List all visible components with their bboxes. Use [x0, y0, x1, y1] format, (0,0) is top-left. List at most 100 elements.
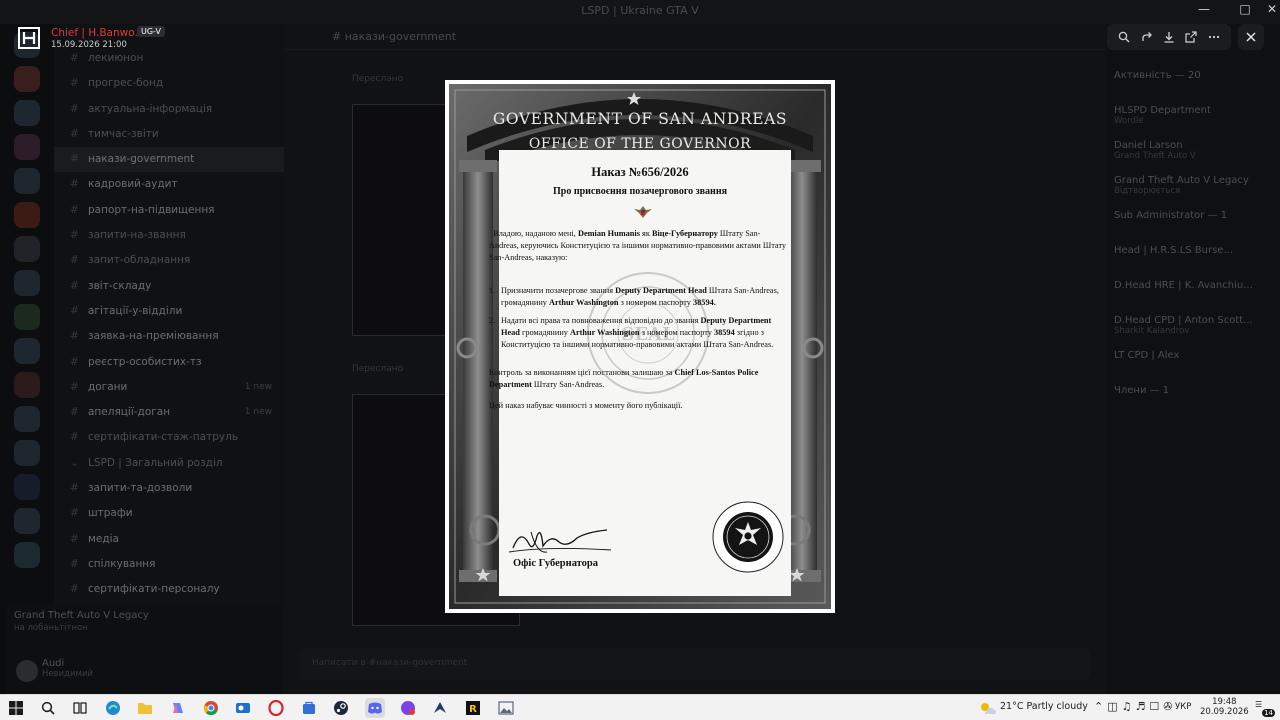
hash-icon: # — [70, 482, 79, 495]
weather-text[interactable]: 21°C Partly cloudy — [1000, 701, 1088, 712]
member-item[interactable]: D.Head HRE | K. Avanchiu... — [1106, 274, 1280, 309]
user-name[interactable]: Audi Невидимий — [42, 658, 93, 679]
member-item[interactable]: Sub Administrator — 1 — [1106, 204, 1280, 239]
member-item[interactable]: LT CPD | Alex — [1106, 344, 1280, 379]
outlook-icon[interactable] — [233, 698, 253, 718]
server-icon[interactable] — [14, 270, 40, 296]
server-icon[interactable] — [14, 66, 40, 92]
server-icon[interactable] — [14, 440, 40, 466]
hash-icon: # — [70, 406, 79, 419]
avatar[interactable] — [16, 660, 38, 682]
system-tray-icons[interactable]: ⌃◫♫♬☐✇ — [1094, 700, 1176, 713]
more-options-icon[interactable] — [1207, 30, 1221, 44]
file-explorer-icon[interactable] — [135, 698, 155, 718]
order-intro: Владою, наданою мені, Demian Humanis як … — [489, 229, 787, 262]
hash-icon: # — [70, 178, 79, 191]
channel-category[interactable]: ⌄ LSPD | Загальний розділ — [54, 451, 284, 476]
image-viewer-header: Chief | H.Banwo... UG-V 15.09.2026 21:00 — [0, 24, 1280, 54]
server-icon[interactable] — [14, 372, 40, 398]
minimize-icon[interactable]: — — [1190, 2, 1218, 16]
server-icon[interactable] — [14, 474, 40, 500]
document-header-office: OFFICE OF THE GOVERNOR — [528, 136, 752, 152]
channel-item[interactable]: # запити-на-звання — [54, 223, 284, 248]
search-icon[interactable] — [38, 698, 58, 718]
channel-item[interactable]: # апеляції-доган 1 new — [54, 400, 284, 425]
channel-item[interactable]: # запит-обладнання — [54, 248, 284, 273]
document-image[interactable]: GOVERNMENT OF SAN ANDREAS OFFICE OF THE … — [445, 80, 835, 613]
author-name[interactable]: Chief | H.Banwo... — [51, 27, 144, 39]
channel-item[interactable]: # догани 1 new — [54, 375, 284, 400]
forward-icon[interactable] — [1140, 30, 1154, 44]
channel-item[interactable]: # рапорт-на-підвищення — [54, 198, 284, 223]
server-icon[interactable] — [14, 338, 40, 364]
window-close-icon[interactable]: ✕ — [1258, 2, 1280, 16]
channel-item[interactable]: # актуальна-інформація — [54, 97, 284, 122]
hash-icon: # — [70, 583, 79, 596]
warframe-icon[interactable] — [430, 698, 450, 718]
channel-item[interactable]: # штрафи — [54, 501, 284, 526]
chrome-icon[interactable] — [201, 698, 221, 718]
task-view-icon[interactable] — [70, 698, 90, 718]
channel-item[interactable]: # спілкування — [54, 552, 284, 577]
server-icon[interactable] — [14, 542, 40, 568]
member-item[interactable]: Grand Theft Auto V Legacy Відтворюється — [1106, 169, 1280, 204]
open-in-browser-icon[interactable] — [1184, 30, 1198, 44]
channel-item[interactable]: # кадровий-аудит — [54, 172, 284, 197]
server-icon[interactable] — [14, 508, 40, 534]
member-item[interactable]: Члени — 1 — [1106, 379, 1280, 414]
channel-item[interactable]: # сертифікати-персоналу — [54, 577, 284, 602]
server-icon[interactable] — [14, 406, 40, 432]
download-icon[interactable] — [1162, 30, 1176, 44]
edge-browser-icon[interactable] — [103, 698, 123, 718]
maximize-icon[interactable]: □ — [1231, 2, 1259, 16]
channel-item[interactable]: # реєстр-особистих-тз — [54, 350, 284, 375]
channel-item[interactable]: # заявка-на-преміювання — [54, 324, 284, 349]
language-indicator[interactable]: УКР — [1175, 702, 1191, 712]
clock[interactable]: 19:48 20.09.2026 — [1200, 697, 1249, 717]
steam-icon[interactable] — [331, 698, 351, 718]
channel-item[interactable]: # тимчас-звіти — [54, 122, 284, 147]
server-icon[interactable] — [14, 304, 40, 330]
hash-icon: # — [70, 557, 79, 570]
windows-start-icon[interactable] — [6, 698, 26, 718]
channel-item[interactable]: # сертифікати-стаж-патруль — [54, 425, 284, 450]
zoom-icon[interactable] — [1117, 30, 1131, 44]
notification-center-icon[interactable]: ☰ 14 — [1255, 700, 1275, 717]
channel-item[interactable]: # медіа — [54, 527, 284, 552]
server-icon[interactable] — [14, 236, 40, 262]
weather-icon[interactable] — [978, 698, 998, 718]
member-item[interactable]: D.Head CPD | Anton Scott... Sharkit Kalan… — [1106, 309, 1280, 344]
author-avatar-icon[interactable] — [18, 27, 40, 49]
member-item[interactable]: Head | H.R.S.LS Burse... — [1106, 239, 1280, 274]
member-item[interactable]: Daniel Larson Grand Theft Auto V — [1106, 134, 1280, 169]
game-activity[interactable]: Grand Theft Auto V Legacy на лобаньтітно… — [14, 610, 149, 633]
store-icon[interactable] — [299, 698, 319, 718]
server-icon[interactable] — [14, 100, 40, 126]
close-viewer-button[interactable] — [1238, 24, 1264, 50]
discord-icon[interactable] — [365, 698, 385, 718]
order-item-1: 1. Призначити позачергове звання Deputy D… — [489, 286, 779, 307]
message-timestamp: 15.09.2026 21:00 — [51, 40, 127, 50]
server-icon[interactable] — [14, 202, 40, 228]
hash-icon: # — [70, 102, 79, 115]
channel-item[interactable]: # агітації-у-відділи — [54, 299, 284, 324]
hash-icon: # — [70, 507, 79, 520]
channel-item[interactable]: # звіт-складу — [54, 274, 284, 299]
member-list: Активність — 20 HLSPD Department Wordle D… — [1106, 24, 1280, 694]
rockstar-launcher-icon[interactable]: R — [463, 698, 483, 718]
member-item[interactable]: HLSPD Department Wordle — [1106, 99, 1280, 134]
server-rail — [0, 24, 54, 694]
messenger-icon[interactable] — [398, 698, 418, 718]
channel-item[interactable]: # запити-та-дозволи — [54, 476, 284, 501]
copilot-icon[interactable] — [168, 698, 188, 718]
channel-item[interactable]: # прогрес-бонд — [54, 71, 284, 96]
opera-icon[interactable] — [266, 698, 286, 718]
photos-icon[interactable] — [496, 698, 516, 718]
hash-icon: # — [70, 355, 79, 368]
order-item-2: 2. Надати всі права та повноваження відпо… — [489, 316, 774, 349]
server-icon[interactable] — [14, 168, 40, 194]
member-item[interactable]: Активність — 20 — [1106, 64, 1280, 99]
channel-item-active[interactable]: # накази-government — [54, 147, 284, 173]
message-input[interactable]: Написати в #накази-government — [300, 648, 1090, 680]
server-icon[interactable] — [14, 134, 40, 160]
